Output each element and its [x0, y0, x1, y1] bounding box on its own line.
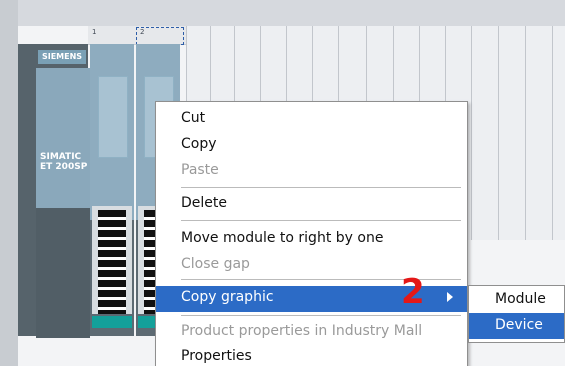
menu-item-properties[interactable]: Properties [156, 345, 467, 366]
terminal-contacts [98, 210, 126, 314]
menu-item-delete[interactable]: Delete [156, 192, 467, 216]
menu-item-label: Cut [181, 110, 206, 126]
menu-item-label: Product properties in Industry Mall [181, 323, 423, 339]
submenu-item-device[interactable]: Device [469, 313, 564, 339]
hardware-view: 1 2 3 4 5 6 7 8 9 10 11 12 13 14 15 16 1… [0, 0, 565, 366]
copy-graphic-submenu: Module Device [468, 285, 565, 343]
device-model-label: SIMATIC ET 200SP [40, 152, 87, 172]
menu-item-label: Paste [181, 162, 219, 178]
empty-slot[interactable] [471, 26, 499, 240]
io-module-label-area [98, 76, 128, 158]
menu-item-label: Close gap [181, 256, 250, 272]
empty-slot[interactable] [498, 26, 526, 240]
step-marker: 2 [401, 272, 425, 312]
menu-item-label: Delete [181, 195, 227, 211]
context-menu: Cut Copy Paste Delete Move module to rig… [155, 101, 468, 366]
device-model-line1: SIMATIC [40, 152, 82, 162]
menu-separator [181, 315, 461, 316]
menu-item-product-properties: Product properties in Industry Mall [156, 320, 467, 344]
left-margin [0, 0, 18, 366]
io-module-slot-1[interactable] [90, 44, 134, 336]
menu-item-paste: Paste [156, 159, 467, 183]
menu-separator [181, 187, 461, 188]
menu-item-label: Properties [181, 348, 252, 364]
menu-item-copy[interactable]: Copy [156, 133, 467, 157]
submenu-item-label: Device [495, 317, 543, 333]
top-toolbar-area [0, 0, 565, 26]
menu-item-cut[interactable]: Cut [156, 107, 467, 131]
interface-module-front [36, 68, 90, 208]
menu-item-label: Copy graphic [181, 289, 274, 305]
submenu-item-label: Module [495, 291, 546, 307]
menu-item-label: Move module to right by one [181, 230, 384, 246]
empty-slot[interactable] [552, 26, 565, 240]
menu-item-move-right[interactable]: Move module to right by one [156, 227, 467, 251]
menu-separator [181, 220, 461, 221]
terminal-marker [92, 316, 132, 328]
submenu-item-module[interactable]: Module [469, 287, 564, 313]
slot-number: 1 [92, 28, 97, 36]
menu-item-label: Copy [181, 136, 217, 152]
slot-number: 2 [140, 28, 145, 36]
empty-slot[interactable] [525, 26, 553, 240]
siemens-label: SIEMENS [38, 50, 86, 64]
device-model-line2: ET 200SP [40, 162, 88, 172]
submenu-arrow-icon [447, 292, 453, 302]
interface-module-base [36, 208, 90, 338]
